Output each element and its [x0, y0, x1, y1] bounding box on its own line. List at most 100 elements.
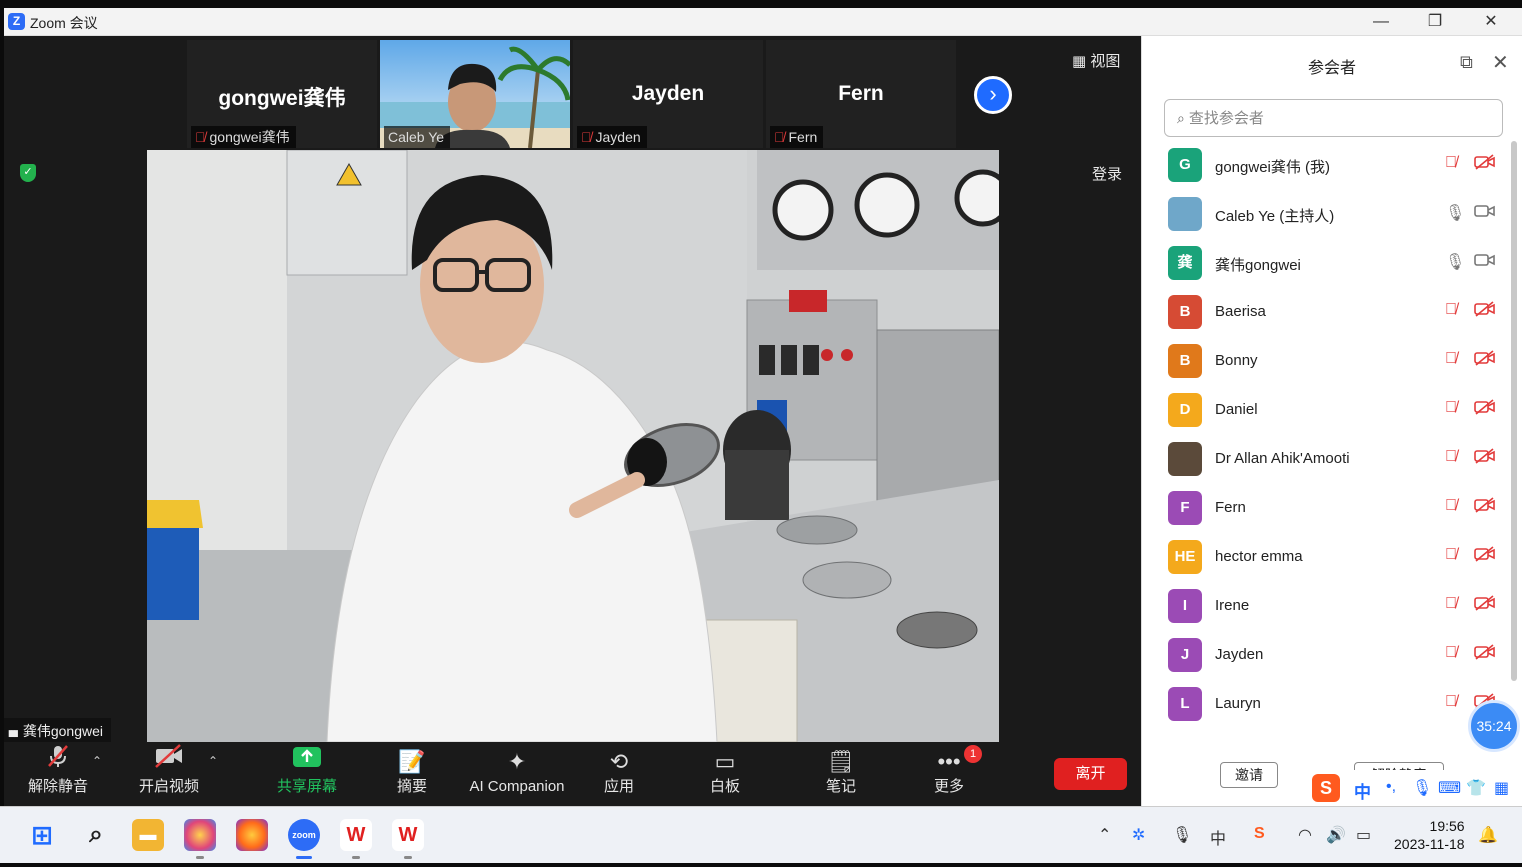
ai-companion-label: AI Companion [469, 778, 565, 795]
participant-row[interactable]: HE hector emma 🎙̸ [1142, 533, 1512, 582]
unmute-button[interactable]: 解除静音 [26, 742, 90, 806]
video-off-icon[interactable] [1474, 350, 1496, 371]
participant-list-scrollbar[interactable] [1511, 141, 1517, 681]
minimize-button[interactable]: — [1358, 8, 1404, 36]
input-language-indicator[interactable]: 中 [1210, 825, 1226, 849]
sogou-tray-icon[interactable]: S [1254, 825, 1265, 843]
mic-icon[interactable]: 🎙 [1445, 203, 1465, 223]
participant-avatar: L [1168, 687, 1202, 721]
voice-input-icon[interactable]: 🎙 [1412, 778, 1432, 798]
firefox-icon[interactable] [236, 819, 268, 851]
participant-row[interactable]: L Lauryn 🎙̸ [1142, 680, 1512, 729]
mic-muted-icon [26, 742, 90, 776]
close-window-button[interactable]: ✕ [1468, 8, 1514, 36]
mic-muted-icon[interactable]: 🎙̸ [1445, 546, 1457, 564]
popout-icon[interactable]: ⧉ [1460, 52, 1473, 73]
wifi-icon[interactable]: ◠ [1298, 825, 1312, 845]
cloud-sync-icon[interactable]: ✲ [1132, 825, 1145, 845]
participant-name: Lauryn [1215, 695, 1261, 712]
participant-tile-fern[interactable]: Fern 🎙̸ Fern [766, 40, 956, 148]
notification-bell-icon[interactable]: 🔔 [1478, 825, 1498, 845]
invite-button[interactable]: 邀请 [1220, 762, 1278, 788]
next-page-icon[interactable]: › [974, 76, 1012, 114]
tile-label: Caleb Ye [384, 126, 451, 148]
summary-button[interactable]: 📝 摘要 [384, 742, 440, 806]
unmute-label: 解除静音 [27, 778, 88, 795]
participant-row[interactable]: Dr Allan Ahik'Amooti 🎙̸ [1142, 435, 1512, 484]
participant-row[interactable]: D Daniel 🎙̸ [1142, 386, 1512, 435]
ai-companion-button[interactable]: ✦ AI Companion [466, 742, 568, 806]
wps-office-icon[interactable]: W [392, 819, 424, 851]
participant-row[interactable]: I Irene 🎙̸ [1142, 582, 1512, 631]
volume-icon[interactable]: 🔊 [1326, 825, 1346, 845]
participant-row[interactable]: F Fern 🎙̸ [1142, 484, 1512, 533]
zoom-taskbar-icon[interactable]: zoom [288, 819, 320, 851]
participant-row[interactable]: 龚龚伟gongwei 🎙 [1142, 239, 1512, 288]
mic-muted-icon[interactable]: 🎙̸ [1445, 644, 1457, 662]
browser-icon[interactable] [184, 819, 216, 851]
apps-button[interactable]: ⟲ 应用 [596, 742, 642, 806]
mic-muted-icon[interactable]: 🎙̸ [1445, 154, 1457, 172]
notes-button[interactable]: 🗒 笔记 [818, 742, 864, 806]
video-off-icon[interactable] [1474, 448, 1496, 469]
microphone-icon[interactable]: 🎙 [1172, 825, 1192, 845]
share-screen-button[interactable]: 共享屏幕 [272, 742, 342, 806]
tile-label-text: Caleb Ye [388, 129, 445, 145]
mic-muted-icon[interactable]: 🎙̸ [1445, 301, 1457, 319]
show-hidden-icons-chevron-icon[interactable]: ⌃ [1098, 825, 1111, 845]
start-video-button[interactable]: 开启视频 [134, 742, 204, 806]
video-off-icon[interactable] [1474, 301, 1496, 322]
login-button[interactable]: 登录 [1092, 163, 1122, 184]
participant-row[interactable]: J Jayden 🎙̸ [1142, 631, 1512, 680]
leave-button[interactable]: 离开 [1054, 758, 1127, 790]
participant-row[interactable]: Ggongwei龚伟 (我) 🎙̸ [1142, 141, 1512, 190]
video-icon[interactable] [1474, 252, 1496, 273]
meeting-timer[interactable]: 35:24 [1468, 700, 1520, 752]
participant-row[interactable]: B Bonny 🎙̸ [1142, 337, 1512, 386]
participant-tile-gongwei[interactable]: gongwei龚伟 🎙̸ gongwei龚伟 [187, 40, 377, 148]
search-icon[interactable]: ⌕ [80, 819, 112, 851]
toolbox-icon[interactable]: ▦ [1494, 778, 1509, 798]
participant-tile-jayden[interactable]: Jayden 🎙̸ Jayden [573, 40, 763, 148]
participant-tile-caleb[interactable]: Caleb Ye [380, 40, 570, 148]
file-explorer-icon[interactable]: ▬ [132, 819, 164, 851]
view-button[interactable]: ▦ 视图 [1072, 50, 1120, 71]
app-running-indicator [404, 856, 412, 859]
mic-muted-icon: 🎙̸ [581, 129, 592, 145]
tile-name: Jayden [631, 82, 705, 105]
close-panel-icon[interactable]: ✕ [1492, 50, 1509, 75]
skin-icon[interactable]: 👕 [1466, 778, 1486, 798]
participant-row[interactable]: Caleb Ye (主持人) 🎙 [1142, 190, 1512, 239]
video-off-icon[interactable] [1474, 644, 1496, 665]
start-menu-icon[interactable]: ⊞ [26, 819, 58, 851]
video-off-icon[interactable] [1474, 399, 1496, 420]
mic-muted-icon[interactable]: 🎙̸ [1445, 497, 1457, 515]
audio-options-chevron-icon[interactable]: ⌃ [92, 754, 102, 768]
ime-language-toggle[interactable]: 中 [1354, 778, 1371, 803]
sogou-logo-icon[interactable]: S [1312, 774, 1340, 802]
video-off-icon[interactable] [1474, 154, 1496, 175]
search-participants-input[interactable]: ⌕ 查找参会者 [1164, 99, 1503, 137]
system-clock[interactable]: 19:56 2023-11-18 [1394, 817, 1465, 853]
whiteboard-button[interactable]: ▭ 白板 [702, 742, 748, 806]
mic-muted-icon[interactable]: 🎙̸ [1445, 693, 1457, 711]
mic-muted-icon[interactable]: 🎙̸ [1445, 448, 1457, 466]
wps-icon[interactable]: W [340, 819, 372, 851]
active-speaker-video [147, 150, 999, 742]
maximize-button[interactable]: ❐ [1412, 8, 1458, 36]
participant-name: Fern [1215, 499, 1246, 516]
punctuation-icon[interactable]: •, [1386, 778, 1396, 796]
video-off-icon[interactable] [1474, 497, 1496, 518]
mic-icon[interactable]: 🎙 [1445, 252, 1465, 272]
participant-row[interactable]: B Baerisa 🎙̸ [1142, 288, 1512, 337]
video-off-icon[interactable] [1474, 546, 1496, 567]
security-shield-icon[interactable]: ✓ [20, 164, 36, 182]
keyboard-icon[interactable]: ⌨ [1438, 778, 1461, 798]
mic-muted-icon[interactable]: 🎙̸ [1445, 595, 1457, 613]
video-options-chevron-icon[interactable]: ⌃ [208, 754, 218, 768]
mic-muted-icon[interactable]: 🎙̸ [1445, 350, 1457, 368]
battery-icon[interactable]: ▭ [1356, 825, 1371, 845]
video-icon[interactable] [1474, 203, 1496, 224]
video-off-icon[interactable] [1474, 595, 1496, 616]
mic-muted-icon[interactable]: 🎙̸ [1445, 399, 1457, 417]
